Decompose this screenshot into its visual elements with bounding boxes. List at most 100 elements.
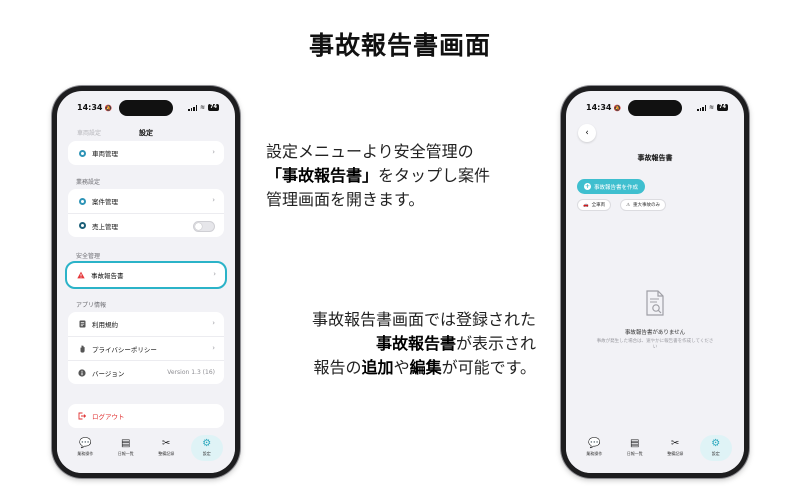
tab-bar: 💬 業務操作 ▤ 日報一覧 ✂ 整備記録 ⚙ 設定 — [57, 429, 235, 473]
tab-daily-report[interactable]: ▤ 日報一覧 — [619, 435, 651, 461]
desc2-bold: 事故報告書 — [375, 334, 456, 353]
menu-item-vehicle[interactable]: 車両管理 › — [68, 141, 224, 165]
chevron-right-icon: › — [212, 344, 215, 352]
desc1-bold: 「事故報告書」 — [266, 166, 379, 185]
section-label-app-info: アプリ情報 — [76, 302, 107, 309]
tab-operations[interactable]: 💬 業務操作 — [578, 435, 610, 461]
empty-state-title: 事故報告書がありません — [624, 330, 686, 336]
plus-icon: + — [584, 183, 591, 190]
accident-report-screen: 14:34 🔕 ≋ 74 ‹ 事故報告書 + 事故報告書を作成 🚗 全車両 ⚠ 重… — [566, 91, 744, 473]
document-search-icon — [645, 290, 665, 316]
page-title: 事故報告書画面 — [308, 31, 491, 60]
battery-icon: 74 — [717, 104, 728, 111]
menu-item-label: 車両管理 — [92, 150, 118, 158]
right-phone-frame: 14:34 🔕 ≋ 74 ‹ 事故報告書 + 事故報告書を作成 🚗 全車両 ⚠ 重… — [561, 86, 749, 478]
list-icon: ▤ — [121, 438, 131, 449]
filter-label: 全車両 — [591, 203, 606, 208]
description-step1: 設定メニューより安全管理の 「事故報告書」をタップし案件 管理画面を開きます。 — [266, 140, 536, 212]
sales-toggle[interactable] — [193, 221, 215, 232]
chevron-right-icon: › — [212, 319, 215, 327]
chat-bubbles-icon: 💬 — [79, 438, 92, 449]
desc1-line1: 設定メニューより安全管理の — [266, 142, 474, 161]
app-info-card: 利用規約 › プライバシーポリシー › バージョン Version 1.3 (1… — [68, 312, 224, 384]
menu-item-label: 案件管理 — [92, 198, 118, 206]
tab-maintenance[interactable]: ✂ 整備記録 — [659, 435, 691, 461]
status-bar: 14:34 🔕 ≋ 74 — [566, 91, 744, 121]
menu-item-label: バージョン — [92, 369, 125, 378]
tab-label: 業務操作 — [586, 451, 603, 456]
project-icon — [78, 197, 86, 205]
menu-item-label: プライバシーポリシー — [92, 345, 157, 354]
dynamic-island — [628, 100, 682, 116]
sales-icon — [78, 222, 86, 230]
desc2-line2: 事故報告書が表示され — [266, 332, 536, 356]
desc2-text-e: が可能です。 — [441, 358, 536, 377]
left-phone-frame: 14:34🔕 ≋ 74 車両設定 設定 車両管理 › 業務設定 案件管理 › — [52, 86, 240, 478]
bell-off-icon: 🔕 — [613, 105, 621, 112]
menu-item-label: 売上管理 — [92, 222, 118, 231]
tab-label: 設定 — [202, 451, 211, 456]
desc2-line3: 報告の追加や編集が可能です。 — [266, 356, 536, 380]
gear-icon: ⚙ — [711, 438, 721, 449]
chevron-right-icon: › — [212, 148, 215, 156]
tools-icon: ✂ — [671, 438, 680, 449]
menu-item-version: バージョン Version 1.3 (16) — [68, 360, 224, 384]
logout-button[interactable]: ログアウト — [68, 404, 224, 428]
desc2-line2-rest: が表示され — [455, 334, 536, 353]
filter-serious-only[interactable]: ⚠ 重大事故のみ — [620, 199, 667, 211]
tab-daily-report[interactable]: ▤ 日報一覧 — [110, 435, 142, 461]
chat-bubbles-icon: 💬 — [588, 438, 601, 449]
chevron-right-icon: › — [213, 270, 216, 278]
tools-icon: ✂ — [162, 438, 171, 449]
filter-all-vehicles[interactable]: 🚗 全車両 — [577, 199, 612, 211]
menu-item-project[interactable]: 案件管理 › — [68, 189, 224, 213]
menu-item-accident-report[interactable]: 事故報告書 › — [67, 263, 225, 287]
info-icon — [78, 368, 86, 377]
tab-label: 設定 — [711, 451, 720, 456]
wifi-icon: ≋ — [200, 104, 206, 111]
desc2-bold-edit: 編集 — [409, 358, 442, 377]
create-report-button[interactable]: + 事故報告書を作成 — [577, 179, 646, 194]
tab-label: 日報一覧 — [117, 451, 134, 456]
battery-icon: 74 — [208, 104, 219, 111]
logout-icon — [78, 412, 86, 420]
warning-icon — [77, 271, 85, 279]
car-icon: 🚗 — [583, 202, 589, 208]
status-bar: 14:34 🔕 ≋ 74 — [57, 91, 235, 121]
warning-outline-icon: ⚠ — [626, 202, 631, 208]
chevron-right-icon: › — [212, 196, 215, 204]
safety-card-highlighted: 事故報告書 › — [65, 261, 227, 289]
signal-icon — [188, 104, 197, 111]
logout-card: ログアウト — [68, 404, 224, 428]
hand-icon — [78, 344, 86, 353]
settings-screen: 14:34🔕 ≋ 74 車両設定 設定 車両管理 › 業務設定 案件管理 › — [57, 91, 235, 473]
menu-item-sales[interactable]: 売上管理 — [68, 213, 224, 237]
tab-label: 整備記録 — [667, 451, 684, 456]
tab-label: 業務操作 — [77, 451, 94, 456]
signal-icon — [697, 104, 706, 111]
back-button[interactable]: ‹ — [578, 124, 596, 142]
status-icons: ≋ 74 — [188, 104, 219, 111]
menu-item-terms[interactable]: 利用規約 › — [68, 312, 224, 336]
menu-item-label: 事故報告書 — [91, 272, 124, 280]
desc1-line3: 管理画面を開きます。 — [266, 190, 425, 209]
wifi-icon: ≋ — [709, 104, 715, 111]
status-time: 14:34 🔕 — [77, 103, 112, 112]
screen-title: 事故報告書 — [637, 154, 673, 162]
vehicle-icon — [78, 149, 86, 157]
screen-title: 設定 — [139, 129, 153, 137]
tab-maintenance[interactable]: ✂ 整備記録 — [150, 435, 182, 461]
tab-settings[interactable]: ⚙ 設定 — [699, 435, 732, 461]
tab-operations[interactable]: 💬 業務操作 — [69, 435, 101, 461]
version-value: Version 1.3 (16) — [167, 369, 215, 376]
create-report-label: 事故報告書を作成 — [594, 184, 639, 191]
section-label-business: 業務設定 — [76, 179, 101, 186]
desc2-text-a: 報告の — [313, 358, 362, 377]
tab-settings[interactable]: ⚙ 設定 — [190, 435, 223, 461]
desc2-line1: 事故報告書画面では登録された — [311, 310, 536, 329]
chevron-left-icon: ‹ — [585, 128, 589, 138]
status-icons: ≋ 74 — [697, 104, 728, 111]
desc1-line2: 「事故報告書」をタップし案件 — [266, 164, 536, 188]
menu-item-privacy[interactable]: プライバシーポリシー › — [68, 336, 224, 360]
tab-bar: 💬 業務操作 ▤ 日報一覧 ✂ 整備記録 ⚙ 設定 — [566, 429, 744, 473]
